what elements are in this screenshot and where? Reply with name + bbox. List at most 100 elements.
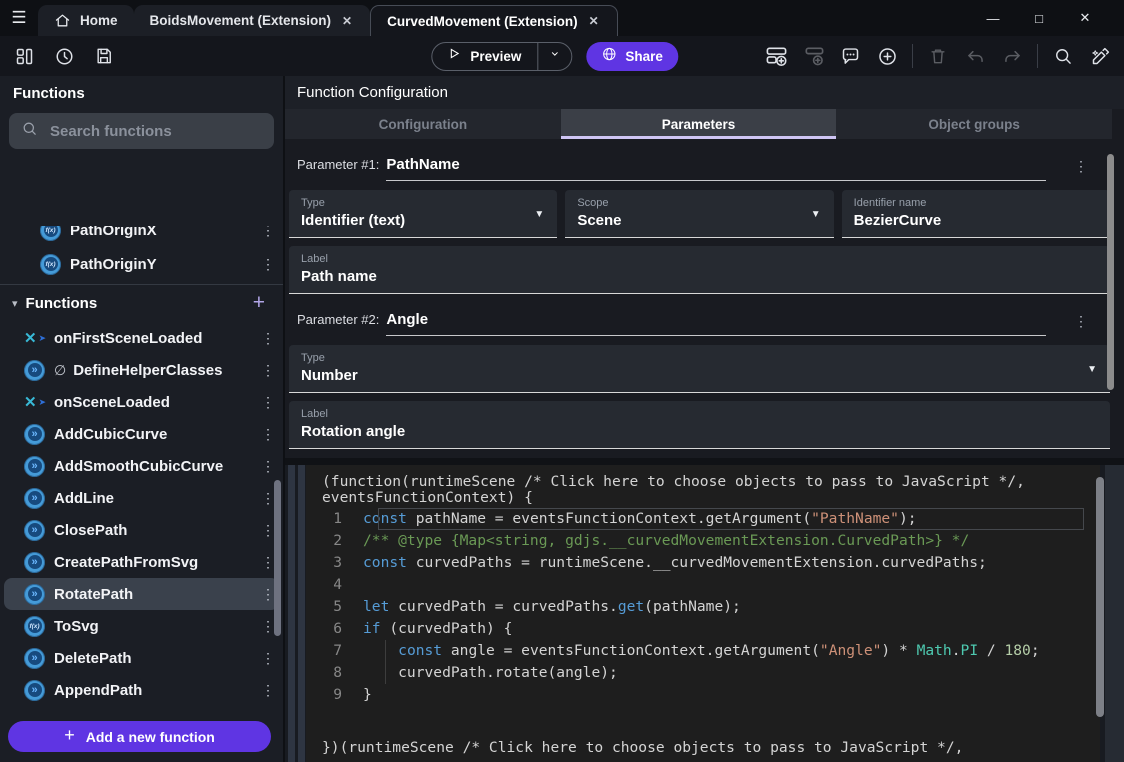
function-item-addcubiccurve[interactable]: »AddCubicCurve⋮ xyxy=(4,418,279,450)
search-icon[interactable] xyxy=(1051,44,1075,68)
close-window-button[interactable]: ✕ xyxy=(1062,0,1108,36)
parameters-scrollbar[interactable] xyxy=(1107,154,1114,390)
function-item-addline[interactable]: »AddLine⋮ xyxy=(4,482,279,514)
action-gear-icon: » xyxy=(24,680,45,701)
code-line-4[interactable]: 4 xyxy=(306,574,1100,596)
dropdown-type[interactable]: TypeIdentifier (text)▼ xyxy=(289,190,557,238)
parameter-menu-icon[interactable]: ⋮ xyxy=(1074,158,1088,175)
function-item-deletepath[interactable]: »DeletePath⋮ xyxy=(4,642,279,674)
function-item-label: PathOriginX xyxy=(70,226,157,239)
panels-icon[interactable] xyxy=(12,44,36,68)
function-item-label: onSceneLoaded xyxy=(54,394,170,411)
function-item-label: AddCubicCurve xyxy=(54,426,167,443)
parameter-number-label: Parameter #2: xyxy=(297,312,379,327)
parameter-name-input[interactable]: Angle xyxy=(386,311,1046,336)
function-item-label: AddLine xyxy=(54,490,114,507)
function-item-addsmoothcubiccurve[interactable]: »AddSmoothCubicCurve⋮ xyxy=(4,450,279,482)
function-item-appendpath[interactable]: »AppendPath⋮ xyxy=(4,674,279,706)
preview-options-button[interactable] xyxy=(538,43,571,70)
code-line-2[interactable]: 2/** @type {Map<string, gdjs.__curvedMov… xyxy=(306,530,1100,552)
item-menu-icon[interactable]: ⋮ xyxy=(257,256,279,273)
tab-object-groups[interactable]: Object groups xyxy=(836,109,1112,139)
code-line-5[interactable]: 5let curvedPath = curvedPaths.get(pathNa… xyxy=(306,596,1100,618)
functions-list: f(x)PathOriginX⋮f(x)PathOriginY⋮▾Functio… xyxy=(0,226,283,706)
text-field-label[interactable]: LabelRotation angle xyxy=(289,401,1110,449)
toolbar-right-group xyxy=(764,44,1112,68)
preview-button[interactable]: Preview xyxy=(431,42,572,71)
text-field-identifier-name[interactable]: Identifier nameBezierCurve xyxy=(842,190,1110,238)
item-menu-icon[interactable]: ⋮ xyxy=(257,426,279,443)
add-circle-icon[interactable] xyxy=(875,44,899,68)
code-line-8[interactable]: 8 curvedPath.rotate(angle); xyxy=(306,662,1100,684)
dropdown-scope[interactable]: ScopeScene▼ xyxy=(565,190,833,238)
item-menu-icon[interactable]: ⋮ xyxy=(257,682,279,699)
share-button[interactable]: Share xyxy=(586,42,678,71)
function-item-pathoriginx[interactable]: f(x)PathOriginX⋮ xyxy=(4,226,279,246)
preview-button-main[interactable]: Preview xyxy=(432,43,537,70)
code-line-3[interactable]: 3const curvedPaths = runtimeScene.__curv… xyxy=(306,552,1100,574)
item-menu-icon[interactable]: ⋮ xyxy=(257,330,279,347)
parameter-menu-icon[interactable]: ⋮ xyxy=(1074,313,1088,330)
add-event-icon[interactable] xyxy=(764,44,788,68)
function-item-onsceneloaded[interactable]: ✕➤onSceneLoaded⋮ xyxy=(4,386,279,418)
maximize-window-button[interactable]: □ xyxy=(1016,0,1062,36)
code-scrollbar[interactable] xyxy=(1096,477,1104,717)
edit-scene-icon[interactable] xyxy=(1088,44,1112,68)
functions-section-header[interactable]: ▾Functions+ xyxy=(4,288,279,318)
tab-configuration[interactable]: Configuration xyxy=(285,109,561,139)
editor-tab-boidsmovement-extension[interactable]: BoidsMovement (Extension)✕ xyxy=(134,5,371,36)
toolbar-left-group xyxy=(12,44,116,68)
function-item-closepath[interactable]: »ClosePath⋮ xyxy=(4,514,279,546)
item-menu-icon[interactable]: ⋮ xyxy=(257,458,279,475)
function-item-rotatepath[interactable]: »RotatePath⋮ xyxy=(4,578,279,610)
history-icon[interactable] xyxy=(52,44,76,68)
redo-icon[interactable] xyxy=(1000,44,1024,68)
search-functions-box[interactable] xyxy=(9,113,274,149)
action-gear-icon: » xyxy=(24,584,45,605)
close-tab-icon[interactable]: ✕ xyxy=(587,12,601,30)
sidebar-scrollbar[interactable] xyxy=(274,480,281,636)
add-sub-event-icon[interactable] xyxy=(801,44,825,68)
editor-tab-home[interactable]: Home xyxy=(38,5,134,36)
collapse-triangle-icon[interactable]: ▾ xyxy=(12,297,18,310)
function-item-label: DefineHelperClasses xyxy=(73,362,222,379)
action-gear-icon: » xyxy=(24,488,45,509)
code-line-9[interactable]: 9} xyxy=(306,684,1100,706)
list-divider xyxy=(0,284,283,285)
function-item-pathoriginy[interactable]: f(x)PathOriginY⋮ xyxy=(4,248,279,280)
add-function-plus-icon[interactable]: + xyxy=(253,291,271,315)
parameter-name-input[interactable]: PathName xyxy=(386,156,1046,181)
trash-icon[interactable] xyxy=(926,44,950,68)
text-field-label[interactable]: LabelPath name xyxy=(289,246,1110,294)
function-item-definehelperclasses[interactable]: »∅DefineHelperClasses⋮ xyxy=(4,354,279,386)
add-new-function-button[interactable]: + Add a new function xyxy=(8,721,271,752)
item-menu-icon[interactable]: ⋮ xyxy=(257,394,279,411)
tab-parameters[interactable]: Parameters xyxy=(561,109,837,139)
code-editor[interactable]: (function(runtimeScene /* Click here to … xyxy=(306,465,1100,762)
dropdown-type[interactable]: TypeNumber▼ xyxy=(289,345,1110,393)
add-comment-icon[interactable] xyxy=(838,44,862,68)
code-line-7[interactable]: 7 const angle = eventsFunctionContext.ge… xyxy=(306,640,1100,662)
code-line-1[interactable]: 1const pathName = eventsFunctionContext.… xyxy=(306,508,1100,530)
editor-tab-curvedmovement-extension[interactable]: CurvedMovement (Extension)✕ xyxy=(370,5,618,36)
minimize-window-button[interactable]: — xyxy=(970,0,1016,36)
code-header[interactable]: (function(runtimeScene /* Click here to … xyxy=(306,465,1100,506)
function-item-label: PathOriginY xyxy=(70,256,157,273)
parameter-heading: Parameter #2: Angle ⋮ xyxy=(289,311,1110,336)
close-tab-icon[interactable]: ✕ xyxy=(340,12,354,30)
preview-label: Preview xyxy=(470,49,521,64)
search-functions-input[interactable] xyxy=(48,122,262,141)
field-value: Path name xyxy=(301,268,1098,285)
function-item-tosvg[interactable]: f(x)ToSvg⋮ xyxy=(4,610,279,642)
item-menu-icon[interactable]: ⋮ xyxy=(257,362,279,379)
function-item-onfirstsceneloaded[interactable]: ✕➤onFirstSceneLoaded⋮ xyxy=(4,322,279,354)
item-menu-icon[interactable]: ⋮ xyxy=(257,226,279,239)
item-menu-icon[interactable]: ⋮ xyxy=(257,650,279,667)
titlebar: ☰ HomeBoidsMovement (Extension)✕CurvedMo… xyxy=(0,0,1124,36)
code-line-6[interactable]: 6if (curvedPath) { xyxy=(306,618,1100,640)
event-indent-rail xyxy=(288,465,295,762)
undo-icon[interactable] xyxy=(963,44,987,68)
main-menu-icon[interactable]: ☰ xyxy=(0,0,38,36)
save-icon[interactable] xyxy=(92,44,116,68)
function-item-createpathfromsvg[interactable]: »CreatePathFromSvg⋮ xyxy=(4,546,279,578)
